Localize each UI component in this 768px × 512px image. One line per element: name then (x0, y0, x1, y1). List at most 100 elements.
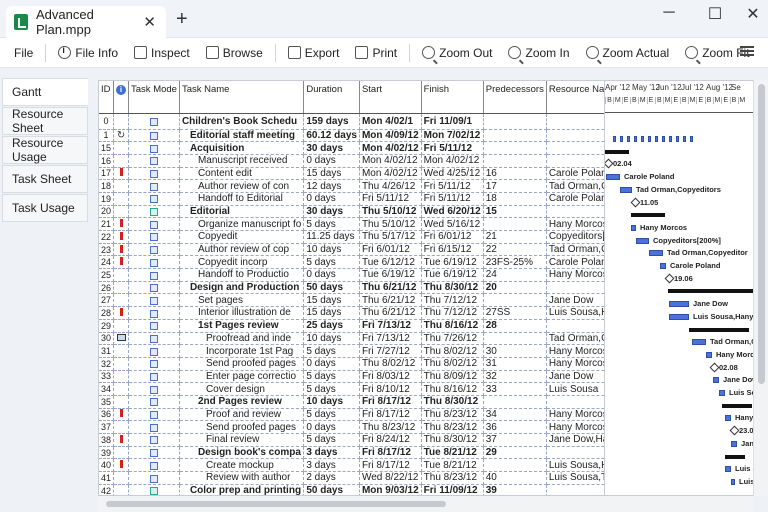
close-window-button[interactable]: ✕ (738, 4, 768, 24)
new-tab-button[interactable]: + (176, 8, 188, 31)
export-button[interactable]: Export (280, 46, 348, 60)
col-header-task-name[interactable]: Task Name (179, 81, 305, 114)
document-tab[interactable]: Advanced Plan.mpp ✕ (6, 6, 166, 38)
col-header-task-mode[interactable]: Task Mode (128, 81, 180, 114)
recurring-task-bar[interactable] (620, 136, 623, 142)
table-row[interactable]: 15 Acquisition 30 days Mon 4/02/12 Fri 5/11/… (99, 141, 604, 155)
task-bar[interactable] (636, 237, 649, 244)
table-row[interactable]: 40 Create mockup 3 days Fri 8/17/12 Tue 8/21… (99, 458, 604, 473)
milestone-marker[interactable] (729, 425, 740, 436)
milestone-marker[interactable] (664, 273, 675, 284)
task-bar[interactable] (669, 301, 689, 308)
close-tab-icon[interactable]: ✕ (143, 13, 156, 31)
zoom-actual-button[interactable]: Zoom Actual (578, 46, 678, 60)
sidebar-item-task-sheet[interactable]: Task Sheet (2, 165, 88, 193)
summary-task-bar[interactable] (689, 327, 749, 332)
table-row[interactable]: 27 Set pages 15 days Thu 6/21/12 Thu 7/12/12… (99, 293, 604, 308)
table-row[interactable]: 28 Interior illustration de 15 days Thu 6/2… (99, 306, 604, 320)
recurring-task-bar[interactable] (634, 136, 637, 142)
task-bar[interactable] (725, 415, 731, 422)
summary-task-bar[interactable] (722, 403, 752, 408)
table-row[interactable]: 25 Handoff to Productio 0 days Tue 6/19/12 T… (99, 268, 604, 282)
task-bar[interactable] (706, 351, 712, 358)
table-row[interactable]: 17 Content edit 15 days Mon 4/02/12 Wed 4/25… (99, 167, 604, 181)
task-bar[interactable] (631, 224, 636, 231)
recurring-task-bar[interactable] (683, 136, 686, 142)
table-row[interactable]: 33 Enter page correctio 5 days Fri 8/03/12 T… (99, 370, 604, 384)
task-bar[interactable] (725, 466, 731, 473)
table-row[interactable]: 18 Author review of con 12 days Thu 4/26/12… (99, 179, 604, 193)
table-row[interactable]: 41 Review with author 2 days Wed 8/22/12 Thu… (99, 471, 604, 485)
milestone-marker[interactable] (709, 362, 720, 373)
table-row[interactable]: 26 Design and Production 50 days Thu 6/21/1… (99, 281, 604, 295)
task-bar[interactable] (649, 250, 663, 257)
sidebar-item-gantt[interactable]: Gantt (2, 78, 88, 106)
task-bar[interactable] (731, 440, 737, 447)
file-info-button[interactable]: File Info (50, 45, 126, 60)
summary-task-bar[interactable] (668, 289, 753, 294)
recurring-task-bar[interactable] (690, 136, 693, 142)
col-header-resource-names[interactable]: Resource Names (546, 81, 604, 114)
sidebar-item-resource-usage[interactable]: Resource Usage (2, 136, 88, 164)
task-bar[interactable] (719, 390, 725, 396)
milestone-marker[interactable] (630, 197, 641, 207)
table-row[interactable]: 19 Handoff to Editorial 0 days Fri 5/11/12 F… (99, 192, 604, 206)
recurring-task-bar[interactable] (627, 136, 630, 142)
print-button[interactable]: Print (347, 46, 405, 60)
sidebar-item-task-usage[interactable]: Task Usage (2, 194, 88, 222)
table-row[interactable]: 32 Send proofed pages 0 days Thu 8/02/12 Thu… (99, 357, 604, 371)
col-header-start[interactable]: Start (359, 81, 422, 114)
table-row[interactable]: 1 ↻ Editorial staff meeting 60.12 days Mon 4… (99, 129, 604, 143)
summary-task-bar[interactable] (725, 454, 745, 459)
table-row[interactable]: 20 Editorial 30 days Thu 5/10/12 Wed 6/20/12… (99, 205, 604, 219)
table-row[interactable]: 0 Children's Book Schedu 159 days Mon 4/02/… (99, 113, 604, 130)
recurring-task-bar[interactable] (662, 136, 665, 142)
vertical-scroll-thumb[interactable] (758, 84, 765, 384)
table-row[interactable]: 29 1st Pages review 25 days Fri 7/13/12 Thu … (99, 319, 604, 333)
task-bar[interactable] (620, 186, 632, 193)
maximize-button[interactable]: ☐ (700, 4, 730, 24)
vertical-scrollbar[interactable] (753, 80, 768, 496)
horizontal-scrollbar[interactable] (98, 496, 753, 512)
table-row[interactable]: 35 2nd Pages review 10 days Fri 8/17/12 Thu … (99, 395, 604, 409)
col-header-id[interactable]: ID (99, 81, 114, 114)
task-bar[interactable] (660, 263, 666, 269)
task-bar[interactable] (692, 339, 706, 346)
file-button[interactable]: File (6, 46, 41, 60)
recurring-task-bar[interactable] (655, 136, 658, 142)
table-row[interactable]: 38 Final review 5 days Fri 8/24/12 Thu 8/30/… (99, 433, 604, 447)
recurring-task-bar[interactable] (669, 136, 672, 142)
col-header-finish[interactable]: Finish (421, 81, 484, 114)
task-bar[interactable] (606, 174, 620, 181)
zoom-in-button[interactable]: Zoom In (500, 46, 577, 60)
table-row[interactable]: 39 Design book's compa 3 days Fri 8/17/12 Tu… (99, 446, 604, 460)
recurring-task-bar[interactable] (613, 136, 616, 142)
recurring-task-bar[interactable] (648, 136, 651, 142)
minimize-button[interactable]: ─ (654, 4, 684, 22)
horizontal-scroll-thumb[interactable] (106, 501, 446, 507)
browse-button[interactable]: Browse (198, 46, 271, 60)
menu-icon[interactable] (740, 46, 754, 56)
table-row[interactable]: 21 Organize manuscript fo 5 days Thu 5/10/1… (99, 217, 604, 231)
task-bar[interactable] (731, 478, 735, 485)
table-row[interactable]: 22 Copyedit 11.25 days Thu 5/17/12 Fri 6/01/… (99, 230, 604, 244)
table-row[interactable]: 34 Cover design 5 days Fri 8/10/12 Thu 8/16/… (99, 382, 604, 396)
inspect-button[interactable]: Inspect (126, 46, 198, 60)
col-header-predecessors[interactable]: Predecessors (483, 81, 547, 114)
col-header-duration[interactable]: Duration (303, 81, 360, 114)
table-row[interactable]: 31 Incorporate 1st Pag 5 days Fri 7/27/12 Th… (99, 344, 604, 358)
table-row[interactable]: 16 Manuscript received 0 days Mon 4/02/12 Mo… (99, 154, 604, 168)
summary-task-bar[interactable] (605, 149, 629, 154)
table-row[interactable]: 37 Send proofed pages 0 days Thu 8/23/12 Thu… (99, 420, 604, 434)
recurring-task-bar[interactable] (676, 136, 679, 142)
zoom-out-button[interactable]: Zoom Out (414, 46, 500, 60)
table-row[interactable]: 23 Author review of cop 10 days Fri 6/01/12… (99, 243, 604, 257)
summary-task-bar[interactable] (631, 213, 665, 218)
task-bar[interactable] (713, 377, 719, 384)
table-row[interactable]: 24 Copyedit incorp 5 days Tue 6/12/12 Tue 6/… (99, 255, 604, 270)
sidebar-item-resource-sheet[interactable]: Resource Sheet (2, 107, 88, 135)
table-row[interactable]: 36 Proof and review 5 days Fri 8/17/12 Thu 8… (99, 408, 604, 422)
task-bar[interactable] (669, 313, 689, 320)
col-header-indicators[interactable]: i (113, 81, 130, 114)
table-row[interactable]: 42 Color prep and printing 50 days Mon 9/03… (99, 484, 604, 495)
